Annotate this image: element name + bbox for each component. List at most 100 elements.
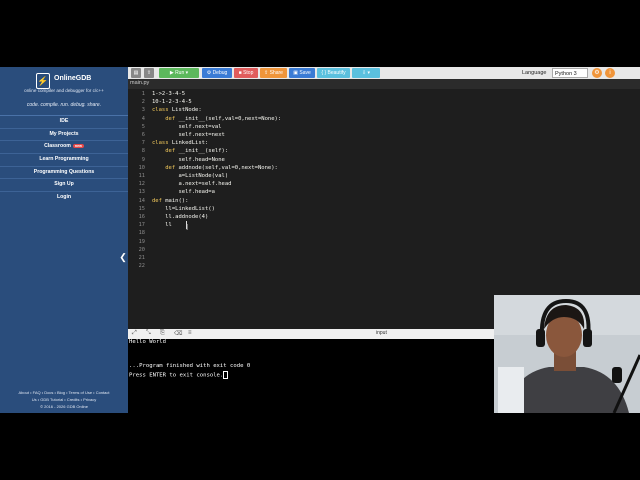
line-number: 14 xyxy=(138,197,145,204)
file-tab-bar: main.py xyxy=(128,79,640,89)
debug-button[interactable]: ⚙ Debug xyxy=(202,68,232,78)
code-text: main(): xyxy=(165,197,189,204)
sidebar-item-label: Learn Programming xyxy=(39,156,89,163)
sidebar-item-classroom[interactable]: Classroom new xyxy=(0,140,128,154)
keyword: def xyxy=(152,164,179,171)
new-badge: new xyxy=(72,144,84,149)
code-line: self.head=a xyxy=(152,189,215,196)
share-label: Share xyxy=(269,70,283,76)
sidebar-item-label: Login xyxy=(56,194,72,201)
code-text: addnode(self,val=0,next=None): xyxy=(178,164,278,171)
line-number: 19 xyxy=(138,238,145,245)
code-line: a=ListNode(val) xyxy=(152,173,229,179)
download-button[interactable]: ⇩ ▾ xyxy=(352,68,380,78)
code-line: ll xyxy=(152,222,172,229)
console-line-text: Press ENTER to exit console. xyxy=(129,372,224,379)
sidebar: ⚡ OnlineGDB online compiler and debugger… xyxy=(0,67,128,413)
line-number: 17 xyxy=(138,222,145,229)
line-number: 4 xyxy=(141,115,145,122)
line-number: 7 xyxy=(141,140,145,147)
footer-links-2[interactable]: Us • GDB Tutorial • Credits • Privacy xyxy=(0,396,128,403)
sidebar-item-programming-questions[interactable]: Programming Questions xyxy=(0,165,128,179)
sidebar-item-ide[interactable]: IDE xyxy=(0,115,128,128)
line-number: 9 xyxy=(141,156,145,163)
copy-icon[interactable]: ⎘ xyxy=(160,330,165,337)
code-line: def __init__(self,val=0,next=None): xyxy=(152,116,281,122)
console-line: Hello World xyxy=(129,339,167,345)
code-editor[interactable]: 1 2 3 4 5 6 7 8 9 10 11 12 13 14 15 16 1… xyxy=(128,89,640,329)
language-select[interactable]: Python 3 xyxy=(552,68,588,78)
code-text: ListNode: xyxy=(171,107,202,114)
app-frame: ⚡ OnlineGDB online compiler and debugger… xyxy=(0,67,640,413)
tagline: online compiler and debugger for c/c++ xyxy=(24,88,104,93)
sidebar-item-login[interactable]: Login xyxy=(0,191,128,204)
line-number: 18 xyxy=(138,230,145,237)
line-number: 1 xyxy=(141,91,145,97)
run-label: Run xyxy=(175,70,185,76)
console-cursor xyxy=(223,371,229,379)
stop-button[interactable]: ■ Stop xyxy=(234,68,258,78)
slogan: code. compile. run. debug. share. xyxy=(26,102,102,108)
code-line: def main(): xyxy=(152,198,188,204)
line-number: 20 xyxy=(138,246,145,253)
keyword: def xyxy=(152,148,179,155)
toolbar: ▤ ⇧ ▶ Run ▾ ⚙ Debug ■ Stop ⇪ Share ▣ Sav… xyxy=(128,67,640,79)
keyword: def xyxy=(152,197,166,204)
console-line: ...Program finished with exit code 0 xyxy=(129,363,251,369)
code-line: self.head=None xyxy=(152,156,225,163)
info-icon[interactable]: i xyxy=(605,68,615,78)
run-button[interactable]: ▶ Run ▾ xyxy=(159,68,199,78)
line-number: 16 xyxy=(138,214,145,220)
code-line: ll=LinkedList() xyxy=(152,205,215,212)
save-button[interactable]: ▣ Save xyxy=(289,68,315,78)
file-upload-icon[interactable]: ▤ xyxy=(131,68,141,78)
sidebar-item-sign-up[interactable]: Sign Up xyxy=(0,178,128,192)
code-text: __init__(self,val=0,next=None): xyxy=(178,115,282,122)
file-tab-main[interactable]: main.py xyxy=(130,80,149,86)
settings-icon[interactable]: ⚙ xyxy=(592,68,602,78)
beautify-button[interactable]: { } Beautify xyxy=(317,68,350,78)
keyword: def xyxy=(152,115,179,122)
code-line: ll.addnode(4) xyxy=(152,214,209,220)
input-toggle-icon[interactable]: ≡ xyxy=(188,330,192,336)
logo-text: OnlineGDB xyxy=(54,75,92,82)
line-number: 5 xyxy=(141,123,145,130)
line-number: 11 xyxy=(138,173,145,179)
footer-links-1[interactable]: About • FAQ • Docs • Blog • Terms of Use… xyxy=(0,389,128,396)
sidebar-item-label: My Projects xyxy=(49,130,79,137)
sidebar-item-label: Classroom xyxy=(44,143,71,150)
line-number: 6 xyxy=(141,132,145,138)
keyword: class xyxy=(152,107,172,114)
line-number-gutter: 1 2 3 4 5 6 7 8 9 10 11 12 13 14 15 16 1… xyxy=(128,89,148,329)
sidebar-item-my-projects[interactable]: My Projects xyxy=(0,127,128,141)
sidebar-footer: About • FAQ • Docs • Blog • Terms of Use… xyxy=(0,389,128,413)
input-label[interactable]: input xyxy=(376,330,387,336)
sidebar-item-label: IDE xyxy=(59,118,69,124)
line-number: 13 xyxy=(138,189,145,196)
code-line: def __init__(self): xyxy=(152,148,228,154)
resize-icon[interactable]: ⤢ xyxy=(132,330,137,337)
sidebar-nav: IDE My Projects Classroom new Learn Progr… xyxy=(0,115,128,204)
code-line: class LinkedList: xyxy=(152,140,208,146)
line-number: 12 xyxy=(138,181,145,188)
line-number: 8 xyxy=(141,148,145,155)
share-button[interactable]: ⇪ Share xyxy=(260,68,287,78)
webcam-overlay xyxy=(494,295,640,413)
keyword: class xyxy=(152,140,172,147)
power-icon: ⚡ xyxy=(36,73,50,89)
line-number: 3 xyxy=(141,107,145,114)
code-text: __init__(self): xyxy=(178,148,229,155)
expand-icon[interactable]: ⤡ xyxy=(146,330,151,337)
debug-label: Debug xyxy=(212,70,228,76)
sidebar-item-learn-programming[interactable]: Learn Programming xyxy=(0,153,128,166)
code-text: LinkedList: xyxy=(171,140,209,147)
code-line: def addnode(self,val=0,next=None): xyxy=(152,165,278,171)
clear-icon[interactable]: ⌫ xyxy=(174,330,182,337)
console-toolbar: ⤢ ⤡ ⎘ ⌫ ≡ input xyxy=(128,329,494,339)
upload-icon[interactable]: ⇧ xyxy=(144,68,154,78)
code-line: 10-1-2-3-4-5 xyxy=(152,99,192,106)
console-output[interactable]: Hello World ...Program finished with exi… xyxy=(128,339,494,413)
sidebar-item-label: Sign Up xyxy=(54,181,74,188)
code-line: self.next=val xyxy=(152,123,222,130)
code-line: class ListNode: xyxy=(152,107,202,113)
